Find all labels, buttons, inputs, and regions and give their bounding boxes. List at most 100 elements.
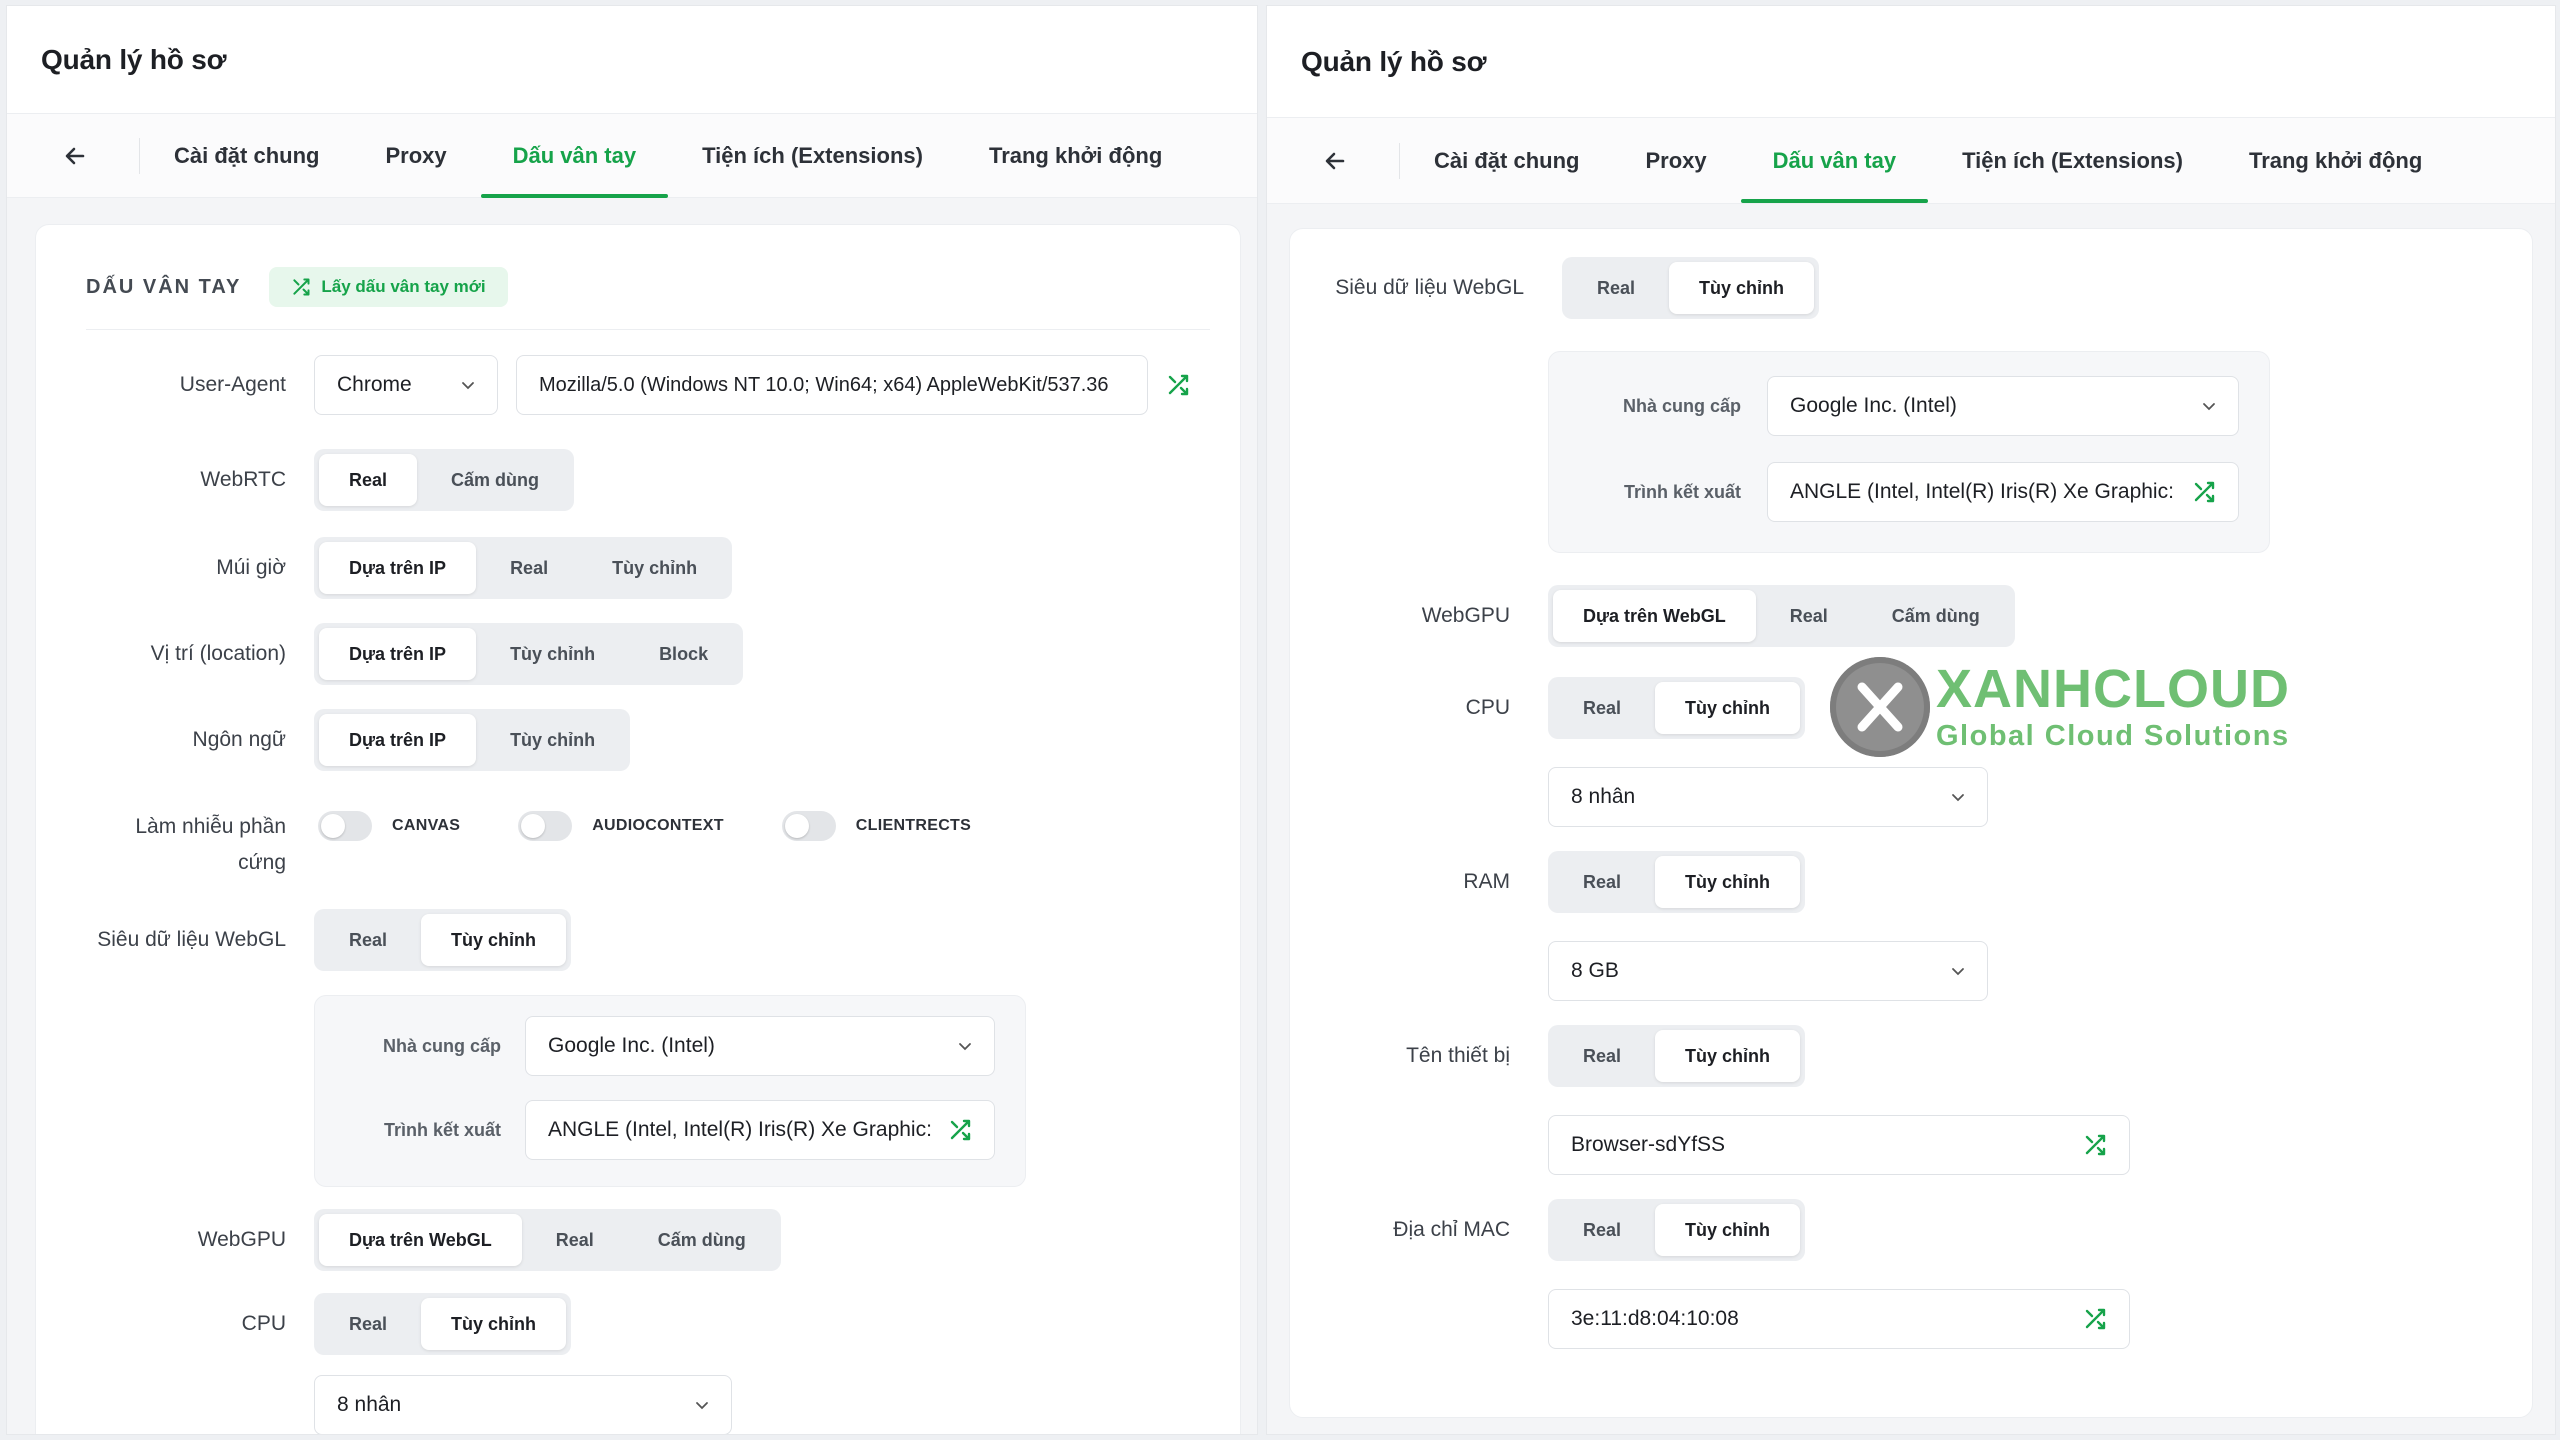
- chevron-down-icon: [696, 1402, 708, 1410]
- tab-extensions[interactable]: Tiện ích (Extensions): [702, 114, 923, 198]
- arrow-left-icon: [1325, 152, 1345, 169]
- cpu-label: CPU: [1465, 696, 1510, 719]
- shuffle-icon[interactable]: [2083, 1133, 2107, 1157]
- shuffle-icon[interactable]: [1166, 373, 1190, 397]
- webgpu-option-webgl[interactable]: Dựa trên WebGL: [1553, 590, 1756, 642]
- webgl-option-custom[interactable]: Tùy chỉnh: [1669, 262, 1815, 314]
- tab-startup[interactable]: Trang khởi động: [989, 114, 1162, 198]
- renderer-input[interactable]: ANGLE (Intel, Intel(R) Iris(R) Xe Graphi…: [525, 1100, 995, 1160]
- tab-general[interactable]: Cài đặt chung: [174, 114, 319, 198]
- tab-startup[interactable]: Trang khởi động: [2249, 119, 2422, 203]
- tab-extensions[interactable]: Tiện ích (Extensions): [1962, 119, 2183, 203]
- logo-x-icon: [1830, 657, 1930, 757]
- shuffle-icon[interactable]: [2083, 1307, 2107, 1331]
- device-name-label: Tên thiết bị: [1406, 1044, 1510, 1067]
- webgpu-option-disabled[interactable]: Cấm dùng: [1862, 590, 2010, 642]
- tab-general[interactable]: Cài đặt chung: [1434, 119, 1579, 203]
- webgl-segmented: Real Tùy chỉnh: [1562, 257, 1820, 319]
- audiocontext-toggle-label: AUDIOCONTEXT: [592, 817, 724, 834]
- webgl-option-real[interactable]: Real: [1567, 262, 1665, 314]
- cpu-option-custom[interactable]: Tùy chỉnh: [421, 1298, 567, 1350]
- webrtc-option-real[interactable]: Real: [319, 454, 418, 506]
- chevron-down-icon: [959, 1043, 971, 1051]
- renderer-input[interactable]: ANGLE (Intel, Intel(R) Iris(R) Xe Graphi…: [1767, 462, 2239, 522]
- mac-input[interactable]: 3e:11:d8:04:10:08: [1548, 1289, 2130, 1349]
- back-button[interactable]: [1315, 141, 1355, 181]
- webgl-details: Nhà cung cấp Google Inc. (Intel) Trình k…: [1548, 351, 2270, 553]
- tab-proxy[interactable]: Proxy: [1645, 119, 1706, 203]
- mac-segmented: Real Tùy chỉnh: [1548, 1199, 1806, 1261]
- webgpu-option-webgl[interactable]: Dựa trên WebGL: [319, 1214, 522, 1266]
- tab-fingerprint[interactable]: Dấu vân tay: [480, 114, 668, 198]
- device-name-value: Browser-sdYfSS: [1571, 1133, 1726, 1156]
- location-option-custom[interactable]: Tùy chỉnh: [480, 628, 625, 680]
- mac-row: Địa chỉ MAC Real Tùy chỉnh: [1290, 1199, 2534, 1261]
- renderer-value: ANGLE (Intel, Intel(R) Iris(R) Xe Graphi…: [1790, 480, 2174, 503]
- webgl-option-custom[interactable]: Tùy chỉnh: [421, 914, 567, 966]
- timezone-option-custom[interactable]: Tùy chỉnh: [582, 542, 727, 594]
- new-fingerprint-button[interactable]: Lấy dấu vân tay mới: [269, 267, 508, 307]
- tab-proxy[interactable]: Proxy: [385, 114, 446, 198]
- shuffle-icon[interactable]: [948, 1118, 972, 1142]
- vendor-label: Nhà cung cấp: [1622, 396, 1741, 416]
- cpu-segmented: Real Tùy chỉnh: [314, 1293, 572, 1355]
- timezone-option-ip[interactable]: Dựa trên IP: [319, 542, 477, 594]
- webgpu-label: WebGPU: [1421, 604, 1510, 627]
- device-name-option-real[interactable]: Real: [1553, 1030, 1651, 1082]
- vendor-select[interactable]: Google Inc. (Intel): [1767, 376, 2239, 436]
- device-name-option-custom[interactable]: Tùy chỉnh: [1655, 1030, 1801, 1082]
- timezone-option-real[interactable]: Real: [480, 542, 578, 594]
- back-button[interactable]: [55, 136, 95, 176]
- audiocontext-toggle[interactable]: [518, 811, 573, 841]
- section-title: DẤU VÂN TAY: [86, 275, 242, 298]
- timezone-segmented: Dựa trên IP Real Tùy chỉnh: [314, 537, 733, 599]
- user-agent-label: User-Agent: [179, 373, 286, 396]
- cpu-row: CPU Real Tùy chỉnh: [36, 1293, 1242, 1355]
- webgpu-row: WebGPU Dựa trên WebGL Real Cấm dùng: [36, 1209, 1242, 1271]
- fingerprint-card: Siêu dữ liệu WebGL Real Tùy chỉnh Nhà cu…: [1289, 228, 2533, 1418]
- device-name-segmented: Real Tùy chỉnh: [1548, 1025, 1806, 1087]
- cpu-option-real[interactable]: Real: [319, 1298, 417, 1350]
- webgpu-option-real[interactable]: Real: [526, 1214, 624, 1266]
- mac-value: 3e:11:d8:04:10:08: [1571, 1307, 1739, 1330]
- device-name-input[interactable]: Browser-sdYfSS: [1548, 1115, 2130, 1175]
- language-option-custom[interactable]: Tùy chỉnh: [480, 714, 625, 766]
- cpu-option-custom[interactable]: Tùy chỉnh: [1655, 682, 1801, 734]
- tab-bar: Cài đặt chung Proxy Dấu vân tay Tiện ích…: [7, 114, 1257, 198]
- canvas-toggle[interactable]: [318, 811, 372, 841]
- webgpu-option-disabled[interactable]: Cấm dùng: [628, 1214, 776, 1266]
- cpu-select[interactable]: 8 nhân: [1548, 767, 1988, 827]
- webrtc-option-disabled[interactable]: Cấm dùng: [421, 454, 569, 506]
- webgpu-option-real[interactable]: Real: [1760, 590, 1858, 642]
- device-name-row: Tên thiết bị Real Tùy chỉnh: [1290, 1025, 2534, 1087]
- cpu-value: 8 nhân: [1571, 785, 1636, 808]
- mac-option-real[interactable]: Real: [1553, 1204, 1651, 1256]
- ram-select[interactable]: 8 GB: [1548, 941, 1988, 1001]
- location-option-ip[interactable]: Dựa trên IP: [319, 628, 477, 680]
- webgl-option-real[interactable]: Real: [319, 914, 417, 966]
- vendor-select[interactable]: Google Inc. (Intel): [525, 1016, 995, 1076]
- location-option-block[interactable]: Block: [629, 628, 738, 680]
- webgpu-segmented: Dựa trên WebGL Real Cấm dùng: [314, 1209, 781, 1271]
- ram-option-real[interactable]: Real: [1553, 856, 1651, 908]
- tab-bar: Cài đặt chung Proxy Dấu vân tay Tiện ích…: [1267, 118, 2555, 204]
- location-segmented: Dựa trên IP Tùy chỉnh Block: [314, 623, 744, 685]
- language-row: Ngôn ngữ Dựa trên IP Tùy chỉnh: [36, 709, 1242, 771]
- shuffle-icon[interactable]: [2192, 480, 2216, 504]
- renderer-label: Trình kết xuất: [383, 1120, 501, 1140]
- webgl-label: Siêu dữ liệu WebGL: [97, 928, 286, 951]
- webgl-row: Siêu dữ liệu WebGL Real Tùy chỉnh: [1290, 257, 2534, 319]
- profile-panel-left: Quản lý hồ sơ Cài đặt chung Proxy Dấu vâ…: [6, 5, 1258, 1435]
- ram-option-custom[interactable]: Tùy chỉnh: [1655, 856, 1801, 908]
- tab-fingerprint[interactable]: Dấu vân tay: [1740, 119, 1928, 203]
- mac-option-custom[interactable]: Tùy chỉnh: [1655, 1204, 1801, 1256]
- cpu-select[interactable]: 8 nhân: [314, 1375, 732, 1434]
- language-option-ip[interactable]: Dựa trên IP: [319, 714, 477, 766]
- clientrects-toggle[interactable]: [781, 811, 836, 841]
- browser-select[interactable]: Chrome: [314, 355, 498, 415]
- user-agent-input[interactable]: Mozilla/5.0 (Windows NT 10.0; Win64; x64…: [516, 355, 1148, 415]
- webrtc-row: WebRTC Real Cấm dùng: [36, 449, 1242, 511]
- cpu-option-real[interactable]: Real: [1553, 682, 1651, 734]
- location-label: Vị trí (location): [150, 642, 286, 665]
- webgpu-segmented: Dựa trên WebGL Real Cấm dùng: [1548, 585, 2015, 647]
